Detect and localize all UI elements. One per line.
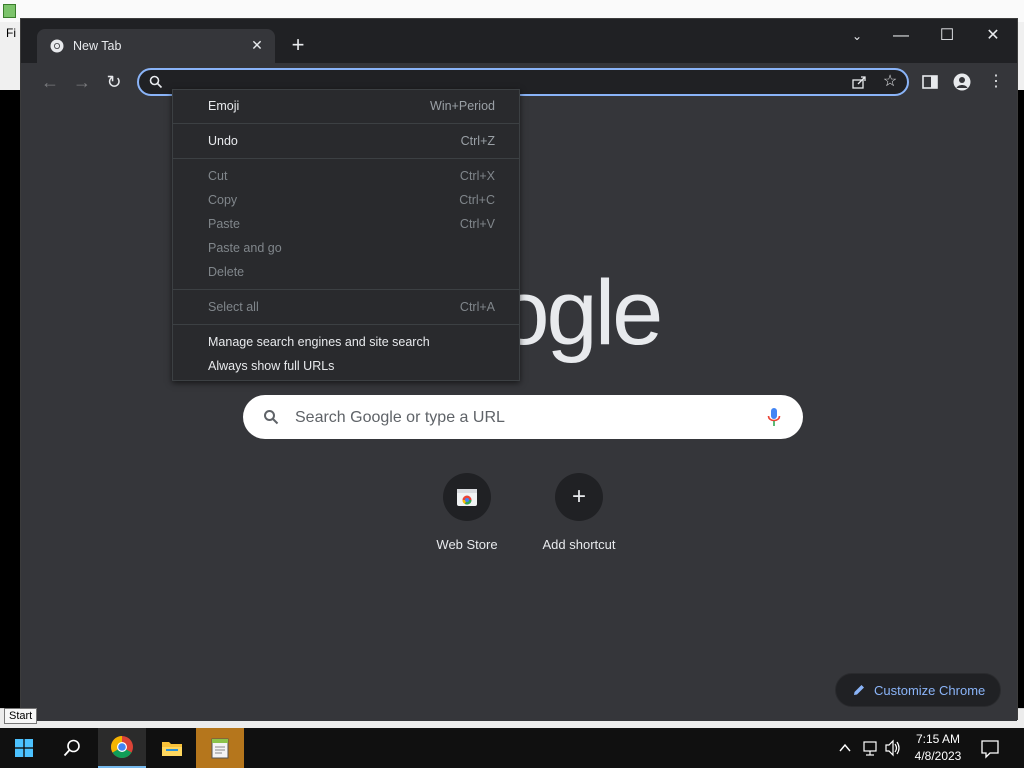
menu-item-always-show-full-urls[interactable]: Always show full URLs	[173, 354, 519, 378]
menu-item-shortcut: Ctrl+V	[459, 217, 495, 231]
menu-item-shortcut: Win+Period	[430, 99, 495, 113]
minimize-button[interactable]: —	[887, 25, 915, 47]
menu-separator	[173, 324, 519, 325]
menu-item-label: Undo	[208, 134, 238, 148]
pencil-icon	[854, 685, 864, 695]
network-icon[interactable]	[862, 728, 880, 768]
customize-chrome-button[interactable]: Customize Chrome	[835, 673, 1001, 707]
plus-icon: +	[571, 483, 586, 510]
taskbar-file-explorer[interactable]	[148, 728, 196, 768]
notepad-app-icon	[211, 738, 229, 759]
menu-item-delete[interactable]: Delete	[173, 260, 519, 284]
forward-arrow-icon[interactable]: →	[69, 69, 95, 95]
chrome-favicon-icon	[50, 39, 64, 53]
kebab-menu-icon[interactable]: ⋮	[983, 69, 1009, 95]
menu-item-label: Always show full URLs	[208, 359, 335, 373]
folder-icon	[162, 742, 182, 756]
menu-separator	[173, 289, 519, 290]
shortcut-label: Web Store	[436, 537, 498, 552]
add-shortcut-tile: +	[555, 473, 603, 521]
start-button[interactable]	[0, 728, 48, 768]
bookmark-star-icon[interactable]: ☆	[881, 73, 899, 91]
menu-item-label: Cut	[208, 169, 228, 183]
clock-date: 4/8/2023	[914, 749, 962, 763]
search-icon	[63, 739, 80, 757]
taskbar-notepad[interactable]	[196, 728, 244, 768]
menu-item-cut[interactable]: Cut Ctrl+X	[173, 164, 519, 188]
menu-item-shortcut: Ctrl+X	[459, 169, 495, 183]
menu-item-label: Manage search engines and site search	[208, 335, 430, 349]
menu-item-undo[interactable]: Undo Ctrl+Z	[173, 129, 519, 153]
menu-item-shortcut: Ctrl+Z	[460, 134, 495, 148]
start-tooltip: Start	[4, 708, 38, 724]
web-store-tile	[443, 473, 491, 521]
new-tab-button[interactable]: +	[287, 34, 309, 57]
notepad-icon	[3, 4, 16, 18]
menu-item-select-all[interactable]: Select all Ctrl+A	[173, 295, 519, 319]
menu-item-paste-and-go[interactable]: Paste and go	[173, 236, 519, 260]
volume-icon[interactable]	[884, 728, 902, 768]
tab-close-icon[interactable]: ✕	[249, 37, 265, 53]
ntp-search-box[interactable]: Search Google or type a URL	[243, 395, 803, 439]
menu-item-manage-search-engines[interactable]: Manage search engines and site search	[173, 330, 519, 354]
customize-label: Customize Chrome	[874, 683, 986, 698]
share-icon[interactable]	[851, 74, 867, 90]
back-arrow-icon[interactable]: ←	[37, 69, 63, 95]
tab-title: New Tab	[73, 39, 122, 53]
omnibox-context-menu: Emoji Win+Period Undo Ctrl+Z Cut Ctrl+X …	[172, 89, 520, 381]
show-hidden-icons-chevron-icon[interactable]	[838, 728, 854, 768]
tab-search-chevron-icon[interactable]: ⌄	[843, 25, 871, 47]
maximize-button[interactable]: ☐	[933, 25, 961, 47]
reload-icon[interactable]: ↻	[101, 69, 127, 95]
taskbar-chrome[interactable]	[98, 728, 146, 768]
notifications-icon[interactable]	[980, 728, 1004, 768]
shortcut-label: Add shortcut	[542, 537, 616, 552]
search-placeholder: Search Google or type a URL	[295, 409, 505, 426]
menu-item-emoji[interactable]: Emoji Win+Period	[173, 94, 519, 118]
taskbar: 7:15 AM 4/8/2023	[0, 728, 1024, 768]
menu-item-label: Copy	[208, 193, 238, 207]
close-window-button[interactable]: ✕	[979, 25, 1007, 47]
menu-item-label: Select all	[208, 300, 259, 314]
clock-time: 7:15 AM	[915, 732, 961, 746]
menu-item-label: Delete	[208, 265, 245, 279]
search-icon	[264, 410, 279, 425]
omnibox-search-icon	[149, 75, 163, 89]
menu-item-label: Paste and go	[208, 241, 282, 255]
taskbar-search-button[interactable]	[48, 728, 96, 768]
menu-item-paste[interactable]: Paste Ctrl+V	[173, 212, 519, 236]
chrome-icon	[111, 736, 133, 758]
menu-separator	[173, 158, 519, 159]
tab-new-tab[interactable]: New Tab ✕	[37, 29, 275, 63]
menu-item-label: Paste	[208, 217, 240, 231]
windows-logo-icon	[15, 739, 33, 757]
menu-item-label: Emoji	[208, 99, 240, 113]
tab-strip: New Tab ✕ + ⌄ — ☐ ✕	[21, 19, 1017, 63]
shortcut-add[interactable]: + Add shortcut	[523, 473, 635, 552]
menu-separator	[173, 123, 519, 124]
microphone-icon[interactable]	[767, 407, 781, 427]
menu-item-shortcut: Ctrl+C	[459, 193, 495, 207]
side-panel-icon[interactable]	[922, 75, 938, 89]
profile-avatar-icon[interactable]	[953, 73, 971, 91]
taskbar-clock[interactable]: 7:15 AM 4/8/2023	[908, 731, 968, 765]
menu-item-shortcut: Ctrl+A	[459, 300, 495, 314]
menu-item-copy[interactable]: Copy Ctrl+C	[173, 188, 519, 212]
web-store-icon	[457, 489, 477, 506]
notepad-menu-file[interactable]: Fi	[6, 26, 16, 40]
shortcut-web-store[interactable]: Web Store	[411, 473, 523, 552]
